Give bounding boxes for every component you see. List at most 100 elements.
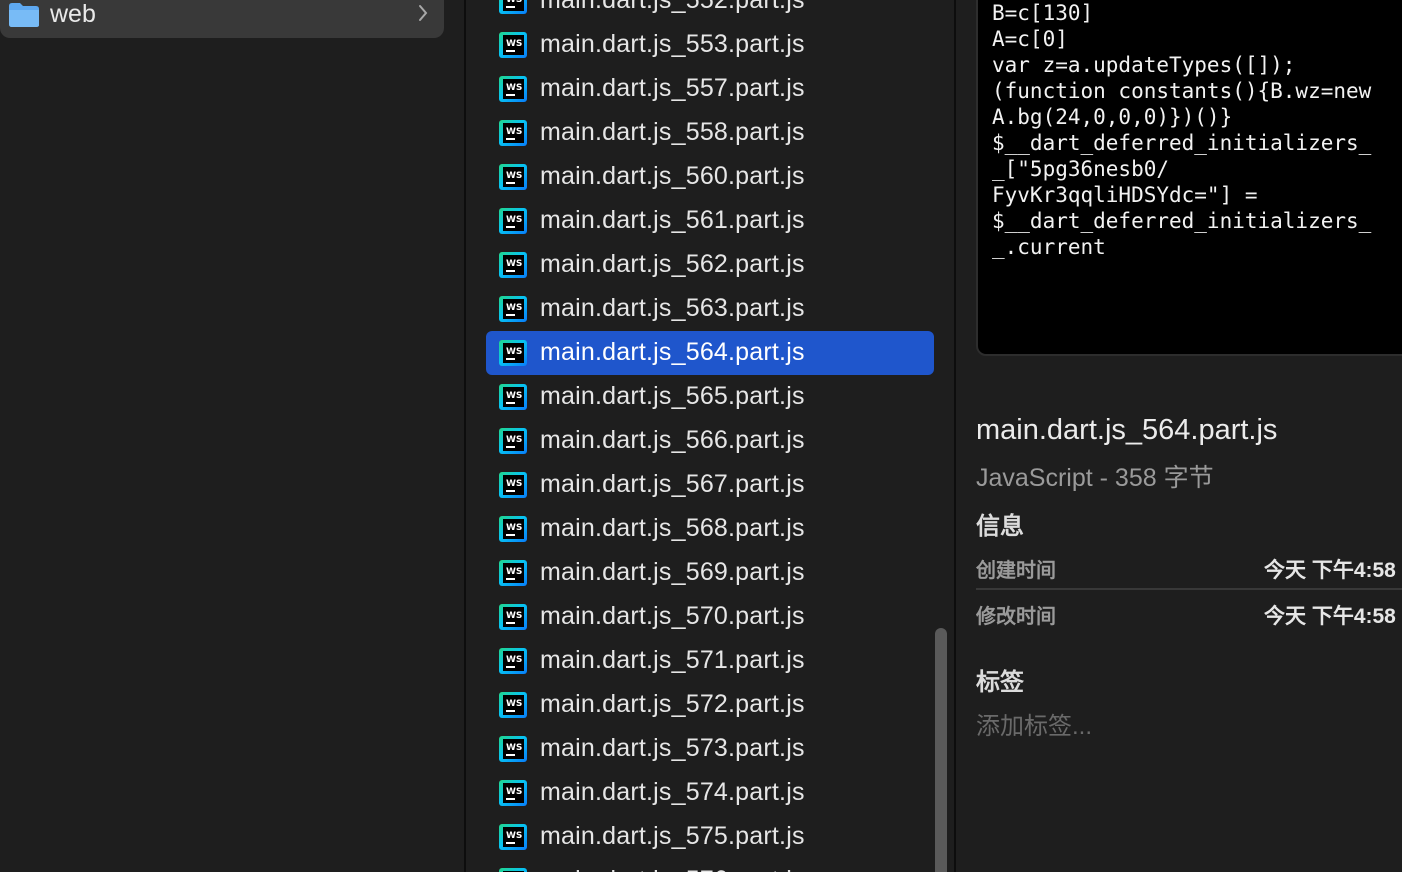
file-row[interactable]: WS main.dart.js_576.part.js [486, 859, 934, 872]
svg-text:WS: WS [506, 347, 522, 357]
svg-text:WS: WS [506, 435, 522, 445]
file-name: main.dart.js_564.part.js [540, 338, 805, 366]
file-row[interactable]: WS main.dart.js_561.part.js [486, 199, 934, 243]
file-row[interactable]: WS main.dart.js_553.part.js [486, 23, 934, 67]
svg-text:WS: WS [506, 259, 522, 269]
info-section-title: 信息 [976, 513, 1024, 540]
file-name: main.dart.js_553.part.js [540, 30, 805, 58]
webstorm-file-icon: WS [499, 868, 527, 872]
svg-text:WS: WS [506, 743, 522, 753]
scrollbar-thumb[interactable] [935, 628, 947, 872]
file-row[interactable]: WS main.dart.js_573.part.js [486, 727, 934, 771]
webstorm-file-icon: WS [499, 604, 527, 630]
webstorm-file-icon: WS [499, 32, 527, 58]
parent-column: web [0, 0, 464, 872]
file-row[interactable]: WS main.dart.js_563.part.js [486, 287, 934, 331]
chevron-right-icon [419, 5, 428, 21]
tags-section-title: 标签 [976, 669, 1024, 696]
file-name: main.dart.js_568.part.js [540, 514, 805, 542]
file-row[interactable]: WS main.dart.js_572.part.js [486, 683, 934, 727]
divider [976, 588, 1402, 590]
webstorm-file-icon: WS [499, 296, 527, 322]
file-name: main.dart.js_565.part.js [540, 382, 805, 410]
file-row[interactable]: WS main.dart.js_565.part.js [486, 375, 934, 419]
created-row: 创建时间 今天 下午4:58 [976, 548, 1402, 588]
webstorm-file-icon: WS [499, 208, 527, 234]
modified-label: 修改时间 [976, 606, 1056, 628]
webstorm-file-icon: WS [499, 824, 527, 850]
file-name: main.dart.js_572.part.js [540, 690, 805, 718]
svg-text:WS: WS [506, 215, 522, 225]
code-preview: B=c[130] A=c[0] var z=a.updateTypes([]);… [992, 1, 1372, 259]
folder-icon [9, 3, 39, 27]
file-name: main.dart.js_574.part.js [540, 778, 805, 806]
webstorm-file-icon: WS [499, 692, 527, 718]
created-value: 今天 下午4:58 [1264, 559, 1396, 582]
file-name: main.dart.js_569.part.js [540, 558, 805, 586]
file-name: main.dart.js_561.part.js [540, 206, 805, 234]
svg-text:WS: WS [506, 831, 522, 841]
file-row-selected[interactable]: WS main.dart.js_564.part.js [486, 331, 934, 375]
file-row[interactable]: WS main.dart.js_575.part.js [486, 815, 934, 859]
svg-text:WS: WS [506, 0, 522, 5]
file-row[interactable]: WS main.dart.js_569.part.js [486, 551, 934, 595]
svg-text:WS: WS [506, 567, 522, 577]
file-row[interactable]: WS main.dart.js_552.part.js [486, 0, 934, 23]
file-row[interactable]: WS main.dart.js_560.part.js [486, 155, 934, 199]
webstorm-file-icon: WS [499, 736, 527, 762]
webstorm-file-icon: WS [499, 0, 527, 14]
file-row[interactable]: WS main.dart.js_567.part.js [486, 463, 934, 507]
webstorm-file-icon: WS [499, 648, 527, 674]
created-label: 创建时间 [976, 560, 1056, 582]
file-name: main.dart.js_575.part.js [540, 822, 805, 850]
file-name: main.dart.js_557.part.js [540, 74, 805, 102]
webstorm-file-icon: WS [499, 428, 527, 454]
file-row[interactable]: WS main.dart.js_571.part.js [486, 639, 934, 683]
svg-text:WS: WS [506, 611, 522, 621]
info-file-name: main.dart.js_564.part.js [976, 414, 1278, 446]
info-kind-size: JavaScript - 358 字节 [976, 464, 1214, 492]
file-name: main.dart.js_567.part.js [540, 470, 805, 498]
file-row[interactable]: WS main.dart.js_568.part.js [486, 507, 934, 551]
file-name: main.dart.js_566.part.js [540, 426, 805, 454]
file-row[interactable]: WS main.dart.js_566.part.js [486, 419, 934, 463]
file-row[interactable]: WS main.dart.js_574.part.js [486, 771, 934, 815]
svg-text:WS: WS [506, 303, 522, 313]
svg-text:WS: WS [506, 655, 522, 665]
svg-text:WS: WS [506, 523, 522, 533]
webstorm-file-icon: WS [499, 384, 527, 410]
svg-text:WS: WS [506, 699, 522, 709]
svg-text:WS: WS [506, 127, 522, 137]
file-name: main.dart.js_562.part.js [540, 250, 805, 278]
folder-label: web [50, 0, 96, 28]
svg-text:WS: WS [506, 83, 522, 93]
modified-value: 今天 下午4:58 [1264, 605, 1396, 628]
webstorm-file-icon: WS [499, 516, 527, 542]
file-row[interactable]: WS main.dart.js_562.part.js [486, 243, 934, 287]
file-row[interactable]: WS main.dart.js_557.part.js [486, 67, 934, 111]
add-tags-input[interactable]: 添加标签... [976, 706, 1092, 741]
webstorm-file-icon: WS [499, 340, 527, 366]
folder-row-web[interactable]: web [0, 0, 444, 38]
file-row[interactable]: WS main.dart.js_570.part.js [486, 595, 934, 639]
file-name: main.dart.js_573.part.js [540, 734, 805, 762]
webstorm-file-icon: WS [499, 120, 527, 146]
modified-row: 修改时间 今天 下午4:58 [976, 594, 1402, 634]
svg-text:WS: WS [506, 787, 522, 797]
webstorm-file-icon: WS [499, 560, 527, 586]
webstorm-file-icon: WS [499, 472, 527, 498]
file-name: main.dart.js_558.part.js [540, 118, 805, 146]
webstorm-file-icon: WS [499, 76, 527, 102]
file-name: main.dart.js_560.part.js [540, 162, 805, 190]
preview-column: B=c[130] A=c[0] var z=a.updateTypes([]);… [956, 0, 1402, 872]
file-name: main.dart.js_571.part.js [540, 646, 805, 674]
svg-text:WS: WS [506, 479, 522, 489]
webstorm-file-icon: WS [499, 164, 527, 190]
svg-text:WS: WS [506, 171, 522, 181]
svg-text:WS: WS [506, 39, 522, 49]
file-name: main.dart.js_576.part.js [540, 866, 805, 872]
file-row[interactable]: WS main.dart.js_558.part.js [486, 111, 934, 155]
webstorm-file-icon: WS [499, 780, 527, 806]
webstorm-file-icon: WS [499, 252, 527, 278]
svg-text:WS: WS [506, 391, 522, 401]
